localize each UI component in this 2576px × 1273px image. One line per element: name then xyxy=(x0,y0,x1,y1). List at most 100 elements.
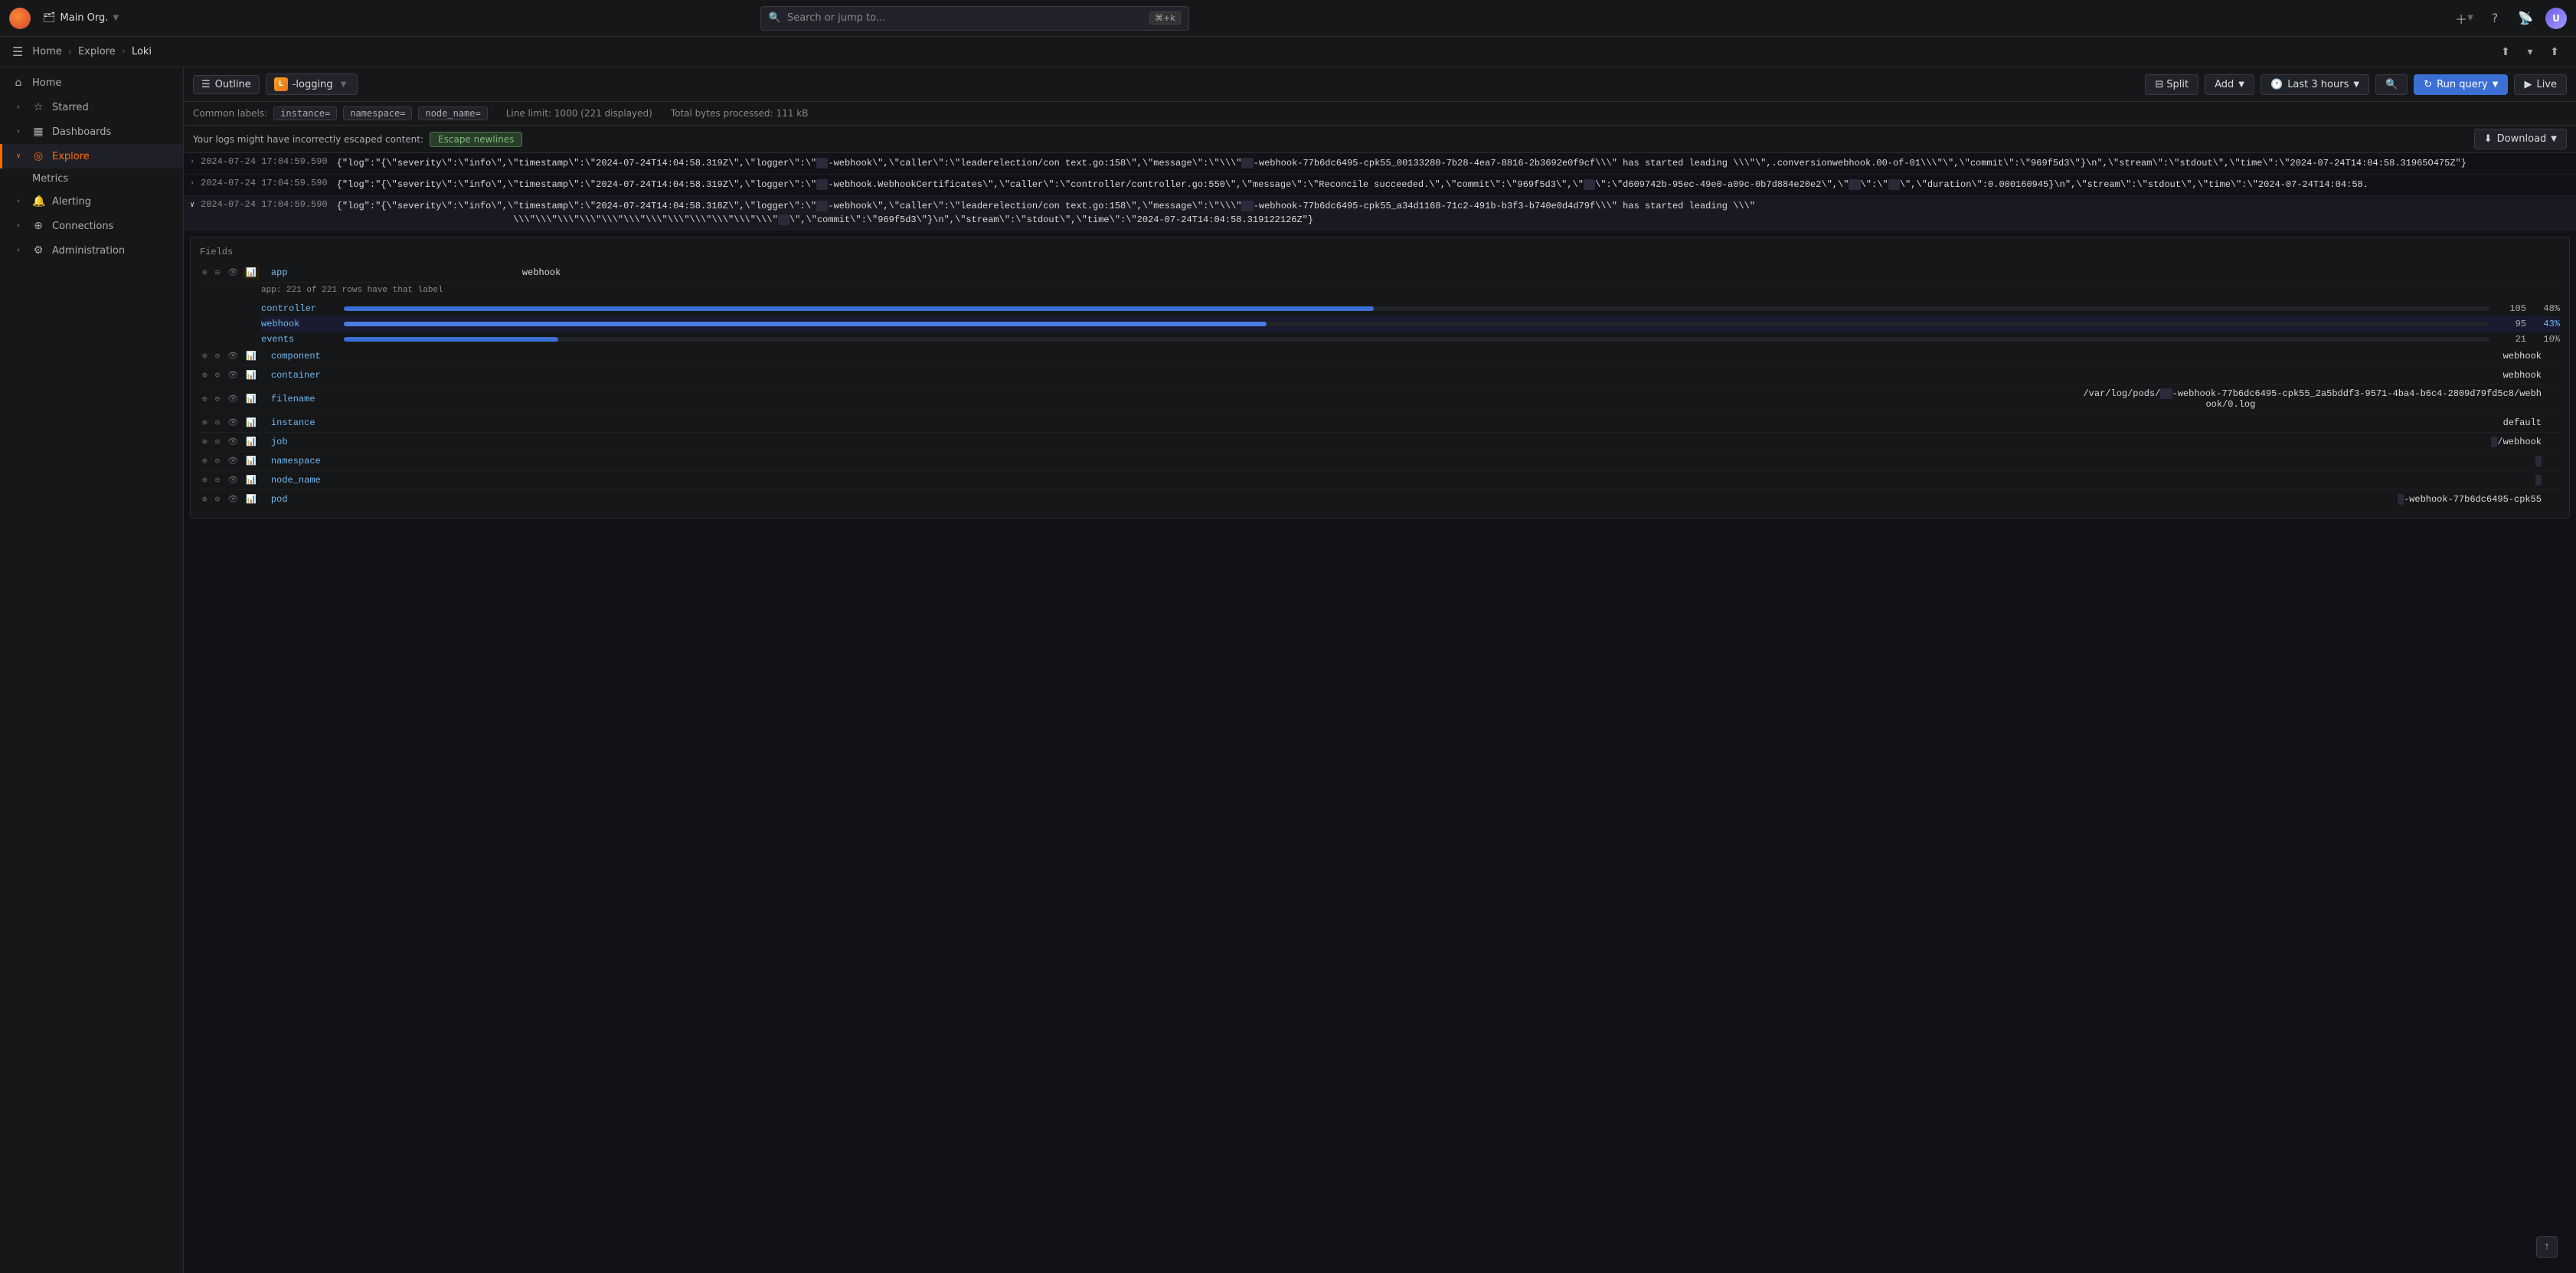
escape-newlines-button[interactable]: Escape newlines xyxy=(430,132,522,147)
sidebar-item-alerting[interactable]: › 🔔 Alerting xyxy=(0,189,183,214)
bar-count-events: 21 xyxy=(2496,334,2526,345)
eye-icon[interactable]: 👁 xyxy=(225,474,240,486)
add-button[interactable]: ＋ ▼ xyxy=(2453,8,2475,29)
bar-row-controller: controller 105 48% xyxy=(261,301,2560,316)
field-name-namespace: namespace xyxy=(271,456,394,466)
search-bar[interactable]: 🔍 Search or jump to... ⌘+k xyxy=(760,6,1189,31)
bar-label-webhook[interactable]: webhook xyxy=(261,319,338,329)
eye-icon[interactable]: 👁 xyxy=(225,493,240,506)
chevron-down-icon: ▾ xyxy=(2527,46,2532,58)
eye-icon[interactable]: 👁 xyxy=(225,393,240,405)
warning-bar: Your logs might have incorrectly escaped… xyxy=(184,126,2576,153)
bar-chart-icon[interactable]: 📊 xyxy=(244,267,259,279)
help-button[interactable]: ? xyxy=(2484,8,2506,29)
zoom-out-icon[interactable]: ⊖ xyxy=(213,436,223,448)
bar-label-controller[interactable]: controller xyxy=(261,303,338,314)
zoom-out-icon[interactable]: ⊖ xyxy=(213,267,223,279)
zoom-out-button[interactable]: 🔍 xyxy=(2375,74,2408,95)
field-row-filename: ⊕ ⊖ 👁 📊 filename /var/log/pods/ -webhook… xyxy=(200,385,2560,414)
zoom-in-icon[interactable]: ⊕ xyxy=(200,474,210,486)
expand-log-3[interactable]: ∨ xyxy=(190,201,195,210)
bar-row-events: events 21 10% xyxy=(261,332,2560,347)
live-button[interactable]: ▶ Live xyxy=(2514,74,2567,95)
zoom-out-icon[interactable]: ⊖ xyxy=(213,493,223,506)
grafana-logo[interactable] xyxy=(9,8,31,29)
download-button[interactable]: ⬇ Download ▼ xyxy=(2474,129,2567,149)
zoom-in-icon[interactable]: ⊕ xyxy=(200,493,210,506)
field-value-container: webhook xyxy=(2503,370,2542,381)
eye-icon[interactable]: 👁 xyxy=(225,417,240,429)
fields-panel: Fields ⊕ ⊖ 👁 📊 app webhook app: 221 of 2… xyxy=(190,237,2570,519)
bar-pct-webhook: 43% xyxy=(2532,319,2560,329)
sidebar-item-explore[interactable]: ∨ ◎ Explore xyxy=(0,144,183,169)
log-entry[interactable]: › 2024-07-24 17:04:59.590 {"log":"{\"sev… xyxy=(184,175,2576,196)
zoom-in-icon[interactable]: ⊕ xyxy=(200,267,210,279)
zoom-in-icon[interactable]: ⊕ xyxy=(200,436,210,448)
bar-chart-icon[interactable]: 📊 xyxy=(244,369,259,381)
zoom-in-icon[interactable]: ⊕ xyxy=(200,393,210,405)
sidebar-item-dashboards[interactable]: › ▦ Dashboards xyxy=(0,119,183,144)
collapse-button[interactable]: ⬆ xyxy=(2545,43,2564,61)
eye-icon[interactable]: 👁 xyxy=(225,455,240,467)
expand-log-1[interactable]: › xyxy=(190,158,195,166)
sidebar-item-home[interactable]: ⌂ Home xyxy=(0,70,183,95)
bar-label-events[interactable]: events xyxy=(261,334,338,345)
loki-icon: L xyxy=(274,77,288,91)
expand-icon6: › xyxy=(12,247,25,254)
bar-chart-icon[interactable]: 📊 xyxy=(244,455,259,467)
field-value-component: webhook xyxy=(2503,351,2542,362)
user-avatar[interactable]: U xyxy=(2545,8,2567,29)
expand-log-2[interactable]: › xyxy=(190,179,195,188)
eye-icon[interactable]: 👁 xyxy=(225,369,240,381)
outline-tab[interactable]: ☰ Outline xyxy=(193,75,260,94)
zoom-out-icon[interactable]: ⊖ xyxy=(213,417,223,429)
zoom-in-icon[interactable]: ⊕ xyxy=(200,369,210,381)
zoom-in-icon[interactable]: ⊕ xyxy=(200,455,210,467)
bar-chart-icon[interactable]: 📊 xyxy=(244,493,259,506)
query-toolbar: ☰ Outline L -logging ▼ ⊟ Split Add ▼ 🕐 xyxy=(184,67,2576,102)
zoom-out-icon[interactable]: ⊖ xyxy=(213,393,223,405)
expand-icon: › xyxy=(12,103,25,111)
bar-row-webhook: webhook 95 43% xyxy=(261,316,2560,332)
bar-chart-icon[interactable]: 📊 xyxy=(244,393,259,405)
field-row-node_name: ⊕ ⊖ 👁 📊 node_name xyxy=(200,471,2560,490)
zoom-in-icon[interactable]: ⊕ xyxy=(200,417,210,429)
help-icon: ? xyxy=(2492,11,2499,25)
sidebar-item-administration[interactable]: › ⚙ Administration xyxy=(0,238,183,263)
eye-icon[interactable]: 👁 xyxy=(225,267,240,279)
datasource-selector[interactable]: L -logging ▼ xyxy=(266,74,358,95)
bar-chart-icon[interactable]: 📊 xyxy=(244,417,259,429)
zoom-out-icon[interactable]: ⊖ xyxy=(213,455,223,467)
time-range-button[interactable]: 🕐 Last 3 hours ▼ xyxy=(2261,74,2369,95)
zoom-out-icon[interactable]: ⊖ xyxy=(213,369,223,381)
split-button[interactable]: ⊟ Split xyxy=(2145,74,2198,95)
chevron-button[interactable]: ▾ xyxy=(2521,43,2539,61)
sidebar-item-starred[interactable]: › ☆ Starred xyxy=(0,95,183,119)
bar-chart-icon[interactable]: 📊 xyxy=(244,436,259,448)
sidebar-toggle[interactable]: ☰ xyxy=(12,44,23,59)
breadcrumb-home[interactable]: Home xyxy=(32,46,61,57)
org-selector[interactable]: 🗂 Main Org. ▼ xyxy=(37,9,125,27)
log-entry[interactable]: ∨ 2024-07-24 17:04:59.590 {"log":"{\"sev… xyxy=(184,196,2576,231)
sidebar-item-connections[interactable]: › ⊕ Connections xyxy=(0,214,183,238)
field-desc-app: app: 221 of 221 rows have that label xyxy=(200,286,2560,295)
eye-icon[interactable]: 👁 xyxy=(225,436,240,448)
run-query-button[interactable]: ↻ Run query ▼ xyxy=(2414,74,2508,95)
zoom-out-icon[interactable]: ⊖ xyxy=(213,474,223,486)
zoom-in-icon[interactable]: ⊕ xyxy=(200,350,210,362)
bar-chart-icon[interactable]: 📊 xyxy=(244,350,259,362)
breadcrumb-explore[interactable]: Explore xyxy=(78,46,116,57)
share-button[interactable]: ⬆ xyxy=(2496,43,2515,61)
bar-chart-icon[interactable]: 📊 xyxy=(244,474,259,486)
log-entry[interactable]: › 2024-07-24 17:04:59.590 {"log":"{\"sev… xyxy=(184,153,2576,175)
notifications-button[interactable]: 📡 xyxy=(2515,8,2536,29)
sidebar-item-metrics[interactable]: Metrics xyxy=(0,169,183,189)
bar-count-webhook: 95 xyxy=(2496,319,2526,329)
download-label: Download xyxy=(2497,133,2547,145)
org-name: Main Org. xyxy=(60,12,109,24)
total-bytes: Total bytes processed: 111 kB xyxy=(671,108,809,119)
eye-icon[interactable]: 👁 xyxy=(225,350,240,362)
zoom-out-icon[interactable]: ⊖ xyxy=(213,350,223,362)
add-button[interactable]: Add ▼ xyxy=(2205,74,2254,95)
scroll-up-button[interactable]: ↑ xyxy=(2536,1236,2558,1258)
